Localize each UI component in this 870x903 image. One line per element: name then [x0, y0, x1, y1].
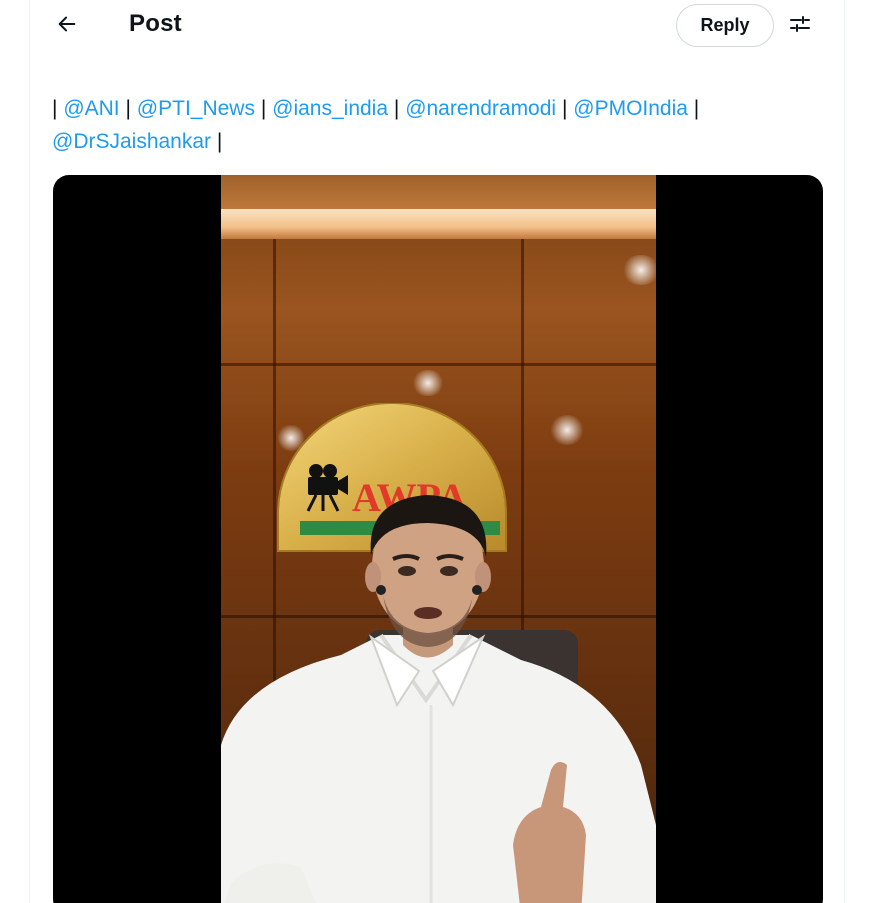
- filter-button[interactable]: [782, 8, 818, 44]
- mention-ani[interactable]: @ANI: [63, 97, 119, 120]
- back-button[interactable]: [48, 8, 86, 44]
- post-text: | @ANI | @PTI_News | @ians_india | @nare…: [52, 97, 700, 153]
- arrow-left-icon: [56, 13, 78, 40]
- mention-pmoindia[interactable]: @PMOIndia: [573, 97, 688, 120]
- speaker: [221, 495, 656, 903]
- mention-narendramodi[interactable]: @narendramodi: [405, 97, 556, 120]
- page-title: Post: [129, 10, 182, 37]
- video-player[interactable]: AWPA: [53, 175, 823, 903]
- reply-button[interactable]: Reply: [676, 4, 774, 47]
- post-column: Post Reply | @ANI | @PTI_News | @ians_in…: [29, 0, 845, 903]
- mention-ians-india[interactable]: @ians_india: [272, 97, 388, 120]
- mention-drsjaishankar[interactable]: @DrSJaishankar: [52, 130, 211, 153]
- video-frame: AWPA: [221, 175, 656, 903]
- top-bar: Post Reply: [30, 0, 844, 54]
- ceiling-light: [221, 209, 656, 239]
- sliders-icon: [788, 12, 812, 41]
- mention-pti-news[interactable]: @PTI_News: [137, 97, 255, 120]
